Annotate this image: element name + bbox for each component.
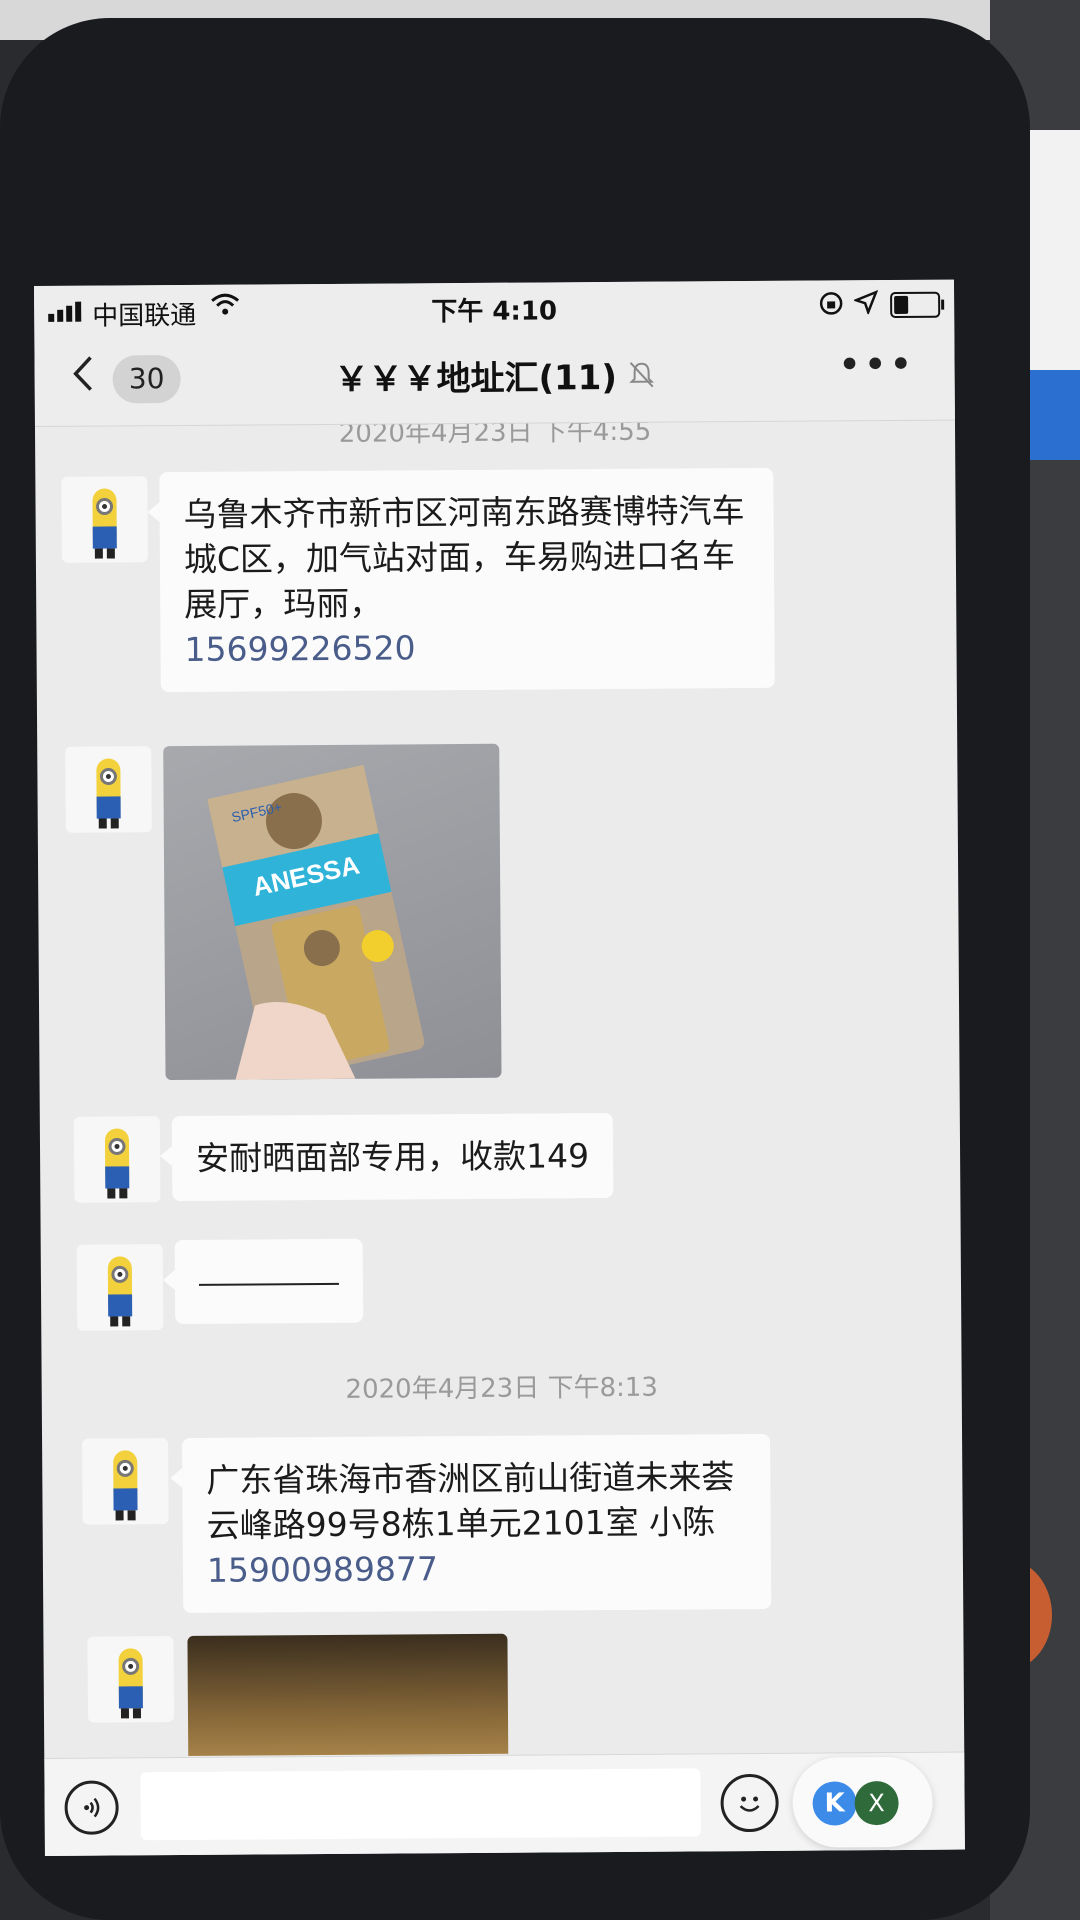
floating-widget-close-icon[interactable]: X	[854, 1781, 899, 1826]
avatar[interactable]	[76, 1244, 164, 1331]
voice-input-icon[interactable]	[64, 1780, 119, 1835]
avatar[interactable]	[87, 1636, 175, 1723]
status-time: 下午 4:10	[431, 296, 558, 328]
sunscreen-product-photo[interactable]: ANESSA SPF50+	[163, 743, 502, 1081]
location-icon	[852, 289, 879, 321]
avatar[interactable]	[82, 1438, 169, 1525]
emoji-icon[interactable]	[720, 1773, 779, 1833]
message-text: 广东省珠海市香洲区前山街道未来荟云峰路99号8栋1单元2101室 小陈	[206, 1457, 735, 1545]
message-bubble[interactable]	[174, 1238, 364, 1325]
orientation-lock-icon	[818, 290, 844, 323]
status-bar: 中国联通 下午 4:10	[34, 279, 955, 336]
chat-header: 30 ￥￥￥地址汇(11) •••	[34, 329, 955, 427]
message-text: 乌鲁木齐市新市区河南东路赛博特汽车城C区，加气站对面，车易购进口名车展厅，玛丽，	[183, 491, 745, 624]
message-input[interactable]	[140, 1768, 701, 1841]
phone-screen: 中国联通 下午 4:10 30 ￥￥￥地址汇(11) ••• 2020年4月23…	[34, 279, 965, 1856]
avatar[interactable]	[73, 1116, 161, 1203]
message-bubble[interactable]: 乌鲁木齐市新市区河南东路赛博特汽车城C区，加气站对面，车易购进口名车展厅，玛丽，…	[159, 467, 775, 693]
chat-title: ￥￥￥地址汇(11)	[34, 348, 954, 403]
avatar[interactable]	[61, 476, 148, 563]
timestamp: 2020年4月23日 下午8:13	[345, 1372, 659, 1405]
phone-number-link[interactable]: 15699226520	[184, 628, 415, 669]
avatar[interactable]	[65, 746, 152, 833]
phone-body: 中国联通 下午 4:10 30 ￥￥￥地址汇(11) ••• 2020年4月23…	[0, 18, 1030, 1920]
phone-number-link[interactable]: 15900989877	[207, 1549, 438, 1590]
chat-messages[interactable]: 2020年4月23日 下午4:55 乌鲁木齐市新市区河南东路赛博特汽车城C区，加…	[35, 421, 964, 1757]
message-bubble[interactable]: 安耐晒面部专用，收款149	[171, 1112, 614, 1202]
mute-bell-icon	[629, 362, 655, 396]
floating-widget[interactable]: K X	[792, 1756, 933, 1848]
battery-icon	[890, 291, 941, 319]
message-text: 安耐晒面部专用，收款149	[195, 1136, 590, 1178]
more-options-icon[interactable]: •••	[838, 342, 915, 389]
partial-photo[interactable]	[187, 1633, 509, 1757]
chat-title-text: ￥￥￥地址汇(11)	[334, 357, 618, 400]
dash-line	[198, 1282, 339, 1286]
message-bubble[interactable]: 广东省珠海市香洲区前山街道未来荟云峰路99号8栋1单元2101室 小陈 1590…	[182, 1433, 772, 1613]
floating-widget-k-icon[interactable]: K	[812, 1781, 857, 1826]
timestamp: 2020年4月23日 下午4:55	[338, 420, 652, 449]
input-bar: K X	[44, 1751, 965, 1856]
